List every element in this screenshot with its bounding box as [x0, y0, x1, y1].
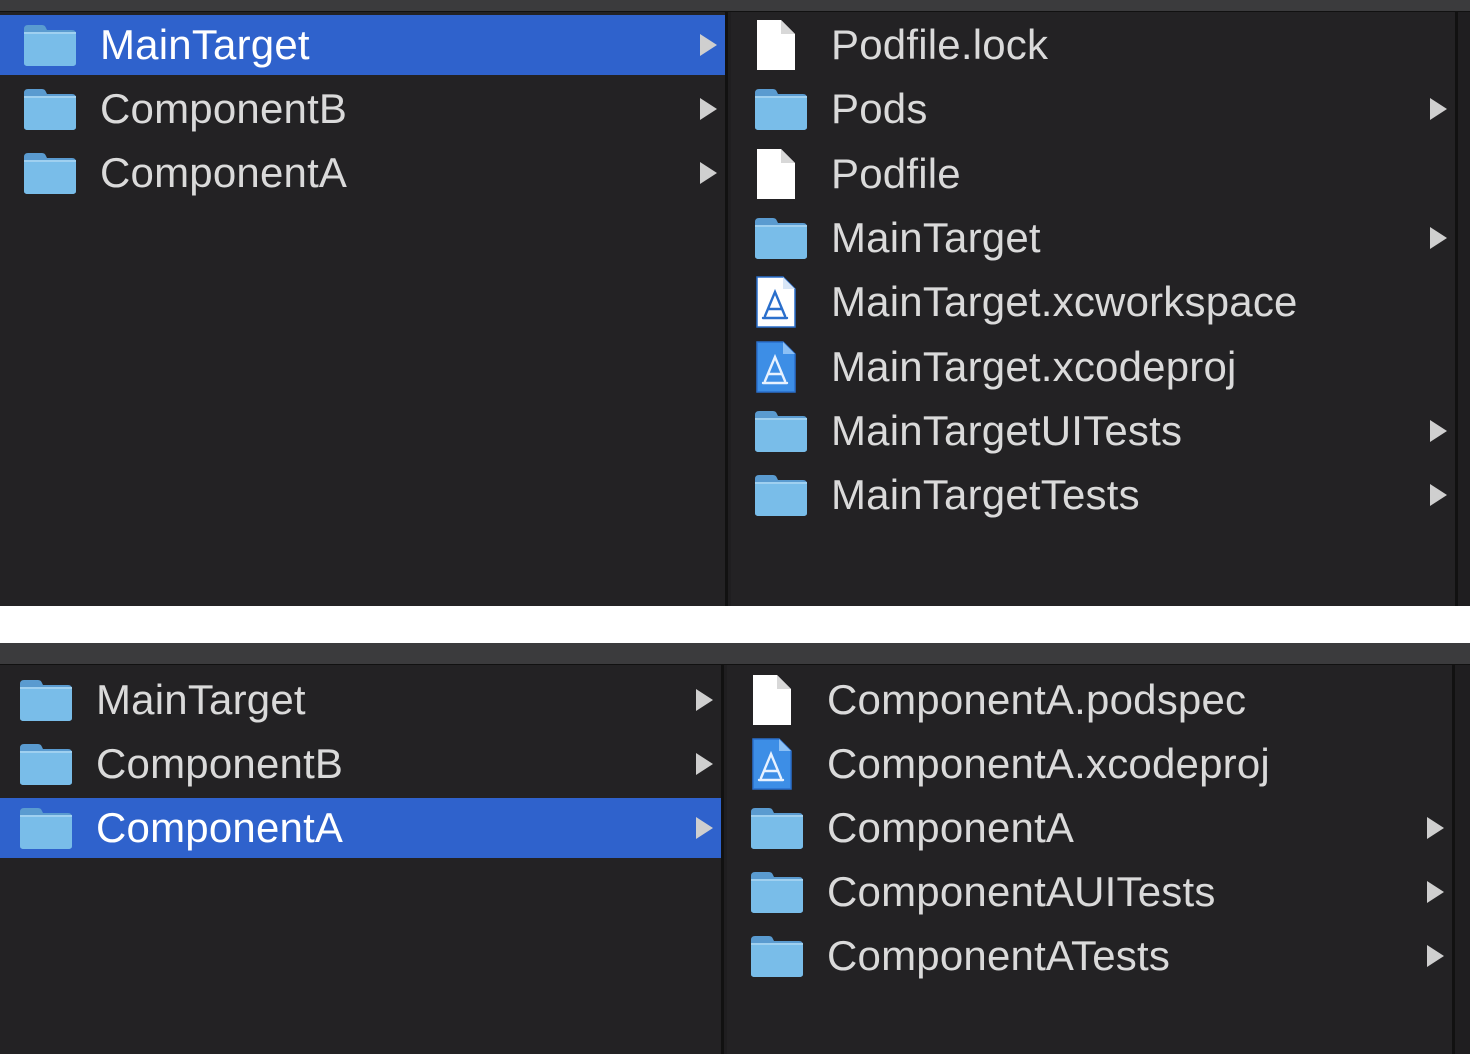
disclosure-arrow-icon[interactable] — [692, 670, 716, 730]
disclosure-arrow-icon[interactable] — [1426, 465, 1450, 525]
folder-row[interactable]: ComponentA — [0, 143, 725, 203]
item-label: ComponentA.xcodeproj — [827, 740, 1270, 787]
folder-row[interactable]: ComponentA — [727, 798, 1452, 858]
finder-column-view-bottom: MainTarget ComponentB ComponentA Component… — [0, 643, 1470, 1054]
item-label: MainTarget — [100, 21, 310, 68]
folder-icon — [753, 208, 809, 268]
disclosure-arrow-icon[interactable] — [1426, 79, 1450, 139]
item-label: MainTarget.xcodeproj — [831, 342, 1237, 390]
folder-row[interactable]: Pods — [731, 79, 1455, 139]
item-label: ComponentA — [827, 804, 1075, 851]
folder-row[interactable]: ComponentB — [0, 79, 725, 139]
document-icon — [753, 144, 797, 204]
right-column[interactable]: ComponentA.podspec ComponentA.xcodeproj Co… — [727, 665, 1455, 1054]
file-row[interactable]: Podfile.lock — [731, 15, 1455, 75]
folder-row[interactable]: MainTarget — [0, 670, 721, 730]
disclosure-arrow-icon[interactable] — [1426, 208, 1450, 268]
item-label: MainTarget.xcworkspace — [831, 278, 1298, 326]
document-icon — [749, 670, 793, 730]
folder-icon — [22, 15, 78, 75]
folder-row[interactable]: ComponentAUITests — [727, 862, 1452, 922]
file-row[interactable]: ComponentA.xcodeproj — [727, 734, 1452, 794]
file-row[interactable]: Podfile — [731, 144, 1455, 204]
folder-icon — [749, 862, 805, 922]
folder-icon — [22, 143, 78, 203]
disclosure-arrow-icon[interactable] — [1423, 798, 1447, 858]
column-header-bar — [0, 0, 1470, 12]
disclosure-arrow-icon[interactable] — [1423, 862, 1447, 922]
folder-icon — [18, 798, 74, 858]
folder-row[interactable]: ComponentA — [0, 798, 721, 858]
left-column[interactable]: MainTarget ComponentB ComponentA — [0, 12, 728, 606]
item-label: ComponentB — [100, 85, 348, 132]
file-row[interactable]: MainTarget.xcworkspace — [731, 272, 1455, 332]
folder-row[interactable]: ComponentB — [0, 734, 721, 794]
disclosure-arrow-icon[interactable] — [696, 79, 720, 139]
document-icon — [753, 15, 797, 75]
disclosure-arrow-icon[interactable] — [1423, 926, 1447, 986]
disclosure-arrow-icon[interactable] — [692, 734, 716, 794]
folder-icon — [753, 465, 809, 525]
folder-icon — [753, 401, 809, 461]
item-label: ComponentAUITests — [827, 868, 1216, 915]
folder-row[interactable]: MainTargetTests — [731, 465, 1455, 525]
column-edge — [1460, 12, 1470, 606]
left-column[interactable]: MainTarget ComponentB ComponentA — [0, 665, 724, 1054]
item-label: ComponentATests — [827, 932, 1171, 979]
item-label: MainTargetTests — [831, 471, 1140, 519]
disclosure-arrow-icon[interactable] — [1426, 401, 1450, 461]
folder-row[interactable]: ComponentATests — [727, 926, 1452, 986]
file-row[interactable]: MainTarget.xcodeproj — [731, 337, 1455, 397]
folder-icon — [22, 79, 78, 139]
item-label: MainTargetUITests — [831, 406, 1183, 454]
xcodeproj-icon — [749, 734, 793, 794]
xcodeproj-icon — [753, 337, 797, 397]
disclosure-arrow-icon[interactable] — [692, 798, 716, 858]
item-label: ComponentA.podspec — [827, 676, 1247, 723]
column-header-bar — [0, 643, 1470, 665]
item-label: Podfile — [831, 149, 961, 197]
file-row[interactable]: ComponentA.podspec — [727, 670, 1452, 730]
finder-column-view-top: MainTarget ComponentB ComponentA Podfile.l… — [0, 0, 1470, 606]
item-label: MainTarget — [831, 213, 1041, 261]
item-label: Pods — [831, 85, 928, 133]
xcworkspace-icon — [753, 272, 797, 332]
folder-icon — [18, 734, 74, 794]
item-label: ComponentB — [96, 740, 344, 787]
folder-icon — [753, 79, 809, 139]
folder-icon — [749, 798, 805, 858]
item-label: ComponentA — [96, 804, 344, 851]
folder-row[interactable]: MainTarget — [731, 208, 1455, 268]
disclosure-arrow-icon[interactable] — [696, 15, 720, 75]
column-edge — [1457, 665, 1470, 1054]
folder-row[interactable]: MainTargetUITests — [731, 401, 1455, 461]
folder-icon — [18, 670, 74, 730]
folder-row[interactable]: MainTarget — [0, 15, 725, 75]
right-column[interactable]: Podfile.lock Pods Podfile MainTarget MainTar… — [731, 12, 1458, 606]
item-label: MainTarget — [96, 676, 306, 723]
item-label: ComponentA — [100, 149, 348, 196]
disclosure-arrow-icon[interactable] — [696, 143, 720, 203]
folder-icon — [749, 926, 805, 986]
item-label: Podfile.lock — [831, 21, 1049, 68]
